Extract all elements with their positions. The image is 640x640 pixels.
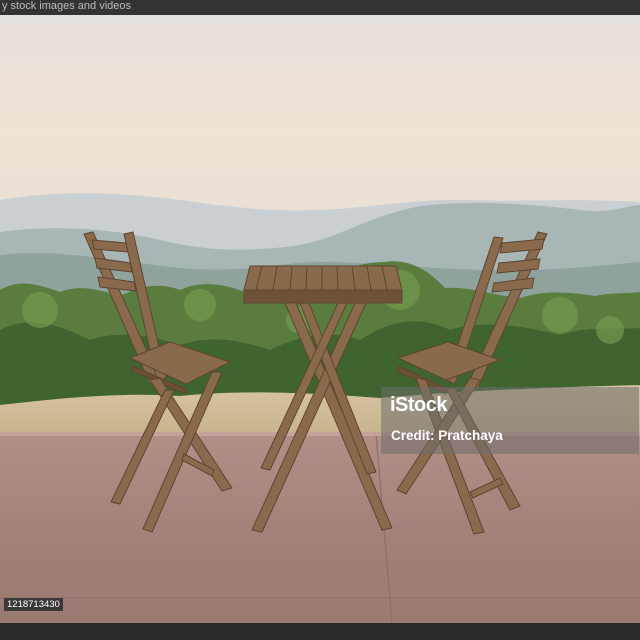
bottom-strip — [0, 623, 640, 640]
terrace-floor — [0, 434, 640, 623]
photo-terrace-scene — [0, 15, 640, 623]
image-id-label: 1218713430 — [4, 598, 63, 611]
stock-photo-frame: y stock images and videos iStock Credit:… — [0, 0, 640, 640]
header-text: y stock images and videos — [2, 0, 132, 12]
credit-text: Credit: Pratchaya — [391, 428, 503, 443]
istock-logo: iStock — [390, 394, 448, 416]
site-header-strip: y stock images and videos — [0, 0, 640, 15]
